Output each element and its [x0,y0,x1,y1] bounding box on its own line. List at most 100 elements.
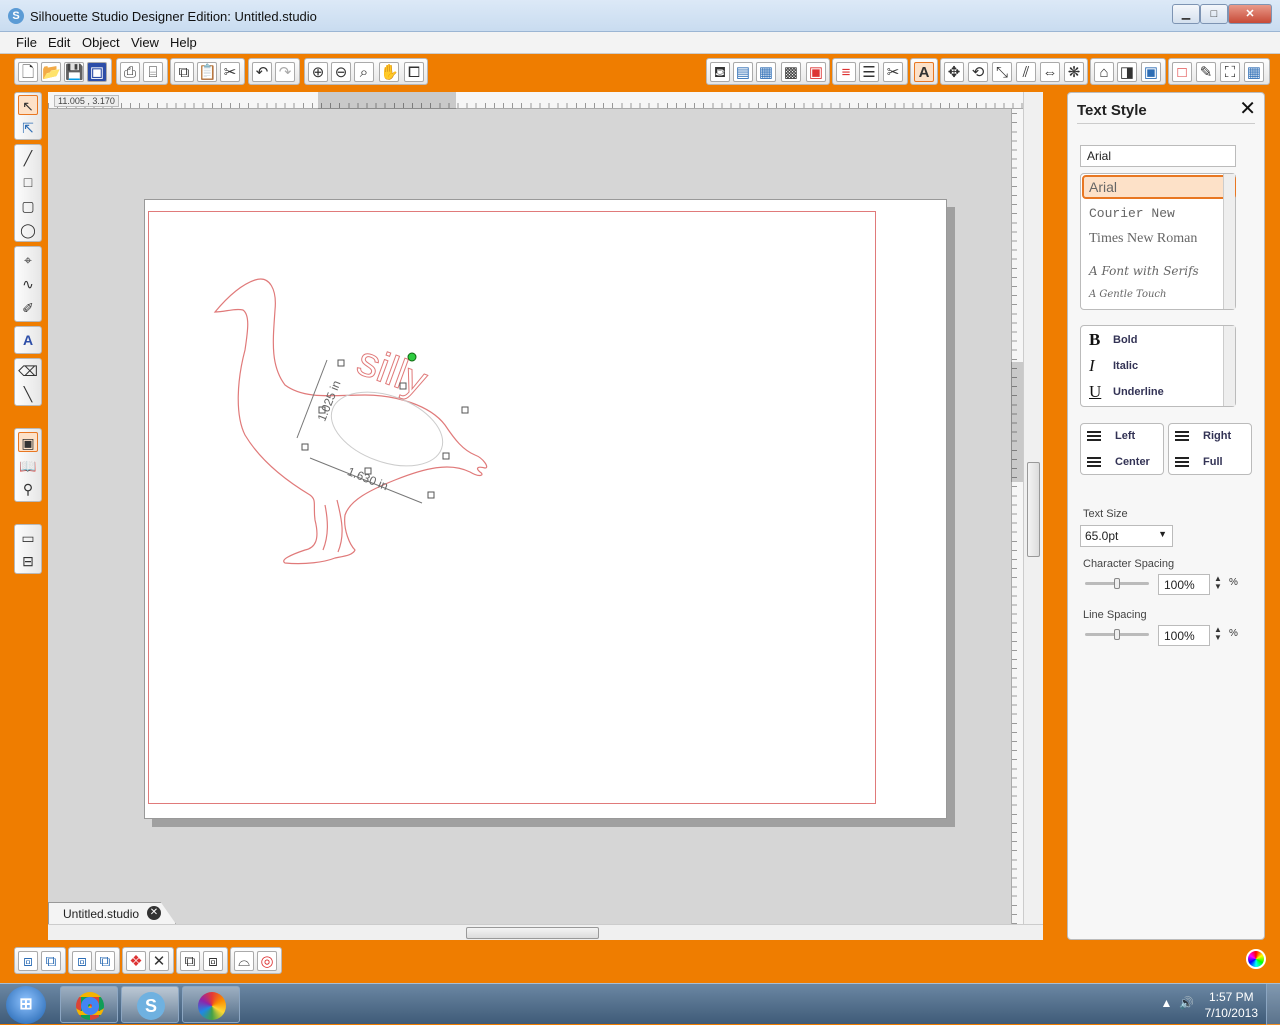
align-right-button[interactable]: Right [1203,430,1231,442]
font-item-gentle[interactable]: A Gentle Touch [1089,289,1166,300]
rotate-handle[interactable] [407,352,417,362]
minimize-button[interactable]: ▁ [1172,4,1200,24]
font-list-scrollbar[interactable] [1223,174,1235,309]
split-horizontal-icon[interactable]: ⊟ [18,551,38,571]
align-right-icon[interactable] [1175,431,1189,443]
store-icon[interactable]: ◨ [1117,62,1137,82]
font-item-courier[interactable]: Courier New [1089,206,1175,221]
redo-icon[interactable]: ↷ [275,62,295,82]
split-view-icon[interactable]: ▭ [18,528,38,548]
menu-edit[interactable]: Edit [48,35,70,50]
undo-icon[interactable]: ↶ [252,62,272,82]
horizontal-scroll-thumb[interactable] [466,927,599,939]
vertical-scrollbar[interactable] [1023,92,1043,924]
page-setup-icon[interactable]: □ [1172,62,1192,82]
style-list-scrollbar[interactable] [1223,326,1235,406]
zoom-out-icon[interactable]: ⊖ [331,62,351,82]
new-doc-icon[interactable]: 🗋 [18,62,38,82]
scale-icon[interactable]: ⤡ [992,62,1012,82]
fullscreen-icon[interactable]: ⛶ [1220,62,1240,82]
line-color-icon[interactable]: ▣ [806,62,826,82]
align-center-icon[interactable] [1087,457,1101,469]
text-size-select[interactable]: 65.0pt ▼ [1080,525,1173,547]
taskbar-picasa[interactable] [182,986,240,1023]
rotate-icon[interactable]: ⟲ [968,62,988,82]
design-view-icon[interactable]: ▣ [18,432,38,452]
vertical-scroll-thumb[interactable] [1027,462,1040,557]
paste-icon[interactable]: 📋 [197,62,217,82]
design-workspace[interactable]: 11.005 , 3.170 Untitled.studio ✕ silly 1… [48,92,1043,940]
copy-icon[interactable]: ⧉ [174,62,194,82]
fill-bucket-icon[interactable]: ⛾ [710,62,730,82]
taskbar-silhouette[interactable]: S [121,986,179,1023]
align-icon[interactable]: ✥ [944,62,964,82]
open-icon[interactable]: 📂 [41,62,61,82]
align-left-icon[interactable] [1087,431,1101,443]
menu-object[interactable]: Object [82,35,120,50]
send-back-icon[interactable]: ⧈ [203,951,223,971]
align-full-button[interactable]: Full [1203,456,1223,468]
pattern-icon[interactable]: ▩ [781,62,801,82]
document-tab[interactable]: Untitled.studio ✕ [48,902,176,924]
goose-shape[interactable] [213,278,488,565]
line-spacing-input[interactable]: 100% [1158,625,1210,646]
fit-page-icon[interactable]: ⧠ [404,62,424,82]
italic-label[interactable]: Italic [1113,360,1138,372]
italic-icon[interactable]: I [1089,356,1095,376]
cut-settings-icon[interactable]: ▣ [1141,62,1161,82]
save-icon[interactable]: 💾 [64,62,84,82]
release-compound-icon[interactable]: ⧉ [95,951,115,971]
font-item-serifs[interactable]: A Font with Serifs [1089,264,1199,278]
library-icon[interactable]: ⌂ [1094,62,1114,82]
duplicate-icon[interactable]: ❖ [126,951,146,971]
char-spacing-spinner-icon[interactable]: ▲ ▼ [1214,575,1222,591]
cut-style-icon[interactable]: ✂ [883,62,903,82]
library-view-icon[interactable]: 📖 [18,456,38,476]
group-icon[interactable]: ⧈ [18,951,38,971]
start-button[interactable]: ⊞ [6,986,46,1024]
zoom-in-icon[interactable]: ⊕ [308,62,328,82]
tray-clock[interactable]: 1:57 PM 7/10/2013 [1205,989,1258,1021]
select-arrow-icon[interactable]: ↖ [18,95,38,115]
align-left-button[interactable]: Left [1115,430,1135,442]
line-spacing-knob[interactable] [1114,629,1120,640]
volume-icon[interactable]: 🔊 [1179,996,1194,1010]
make-compound-icon[interactable]: ⧈ [72,951,92,971]
show-desktop-button[interactable] [1266,984,1280,1025]
line-width-icon[interactable]: ☰ [859,62,879,82]
rectangle-tool-icon[interactable]: □ [18,172,38,192]
send-to-cutter-icon[interactable]: ⌸ [143,62,163,82]
align-center-button[interactable]: Center [1115,456,1150,468]
close-window-button[interactable]: ✕ [1228,4,1272,24]
menu-help[interactable]: Help [170,35,197,50]
cut-icon[interactable]: ✂ [220,62,240,82]
panel-close-icon[interactable]: ✕ [1239,99,1256,119]
font-search-input[interactable]: Arial [1080,145,1236,167]
bold-label[interactable]: Bold [1113,334,1137,346]
page-canvas[interactable]: silly 1.025 in 1.630 in [144,199,947,819]
eraser-icon[interactable]: ⌫ [18,361,38,381]
char-spacing-slider[interactable] [1085,578,1149,589]
print-icon[interactable]: ⎙ [120,62,140,82]
polygon-tool-icon[interactable]: ⌖ [18,250,38,270]
horizontal-scrollbar[interactable] [48,924,1043,940]
save-library-icon[interactable]: ▣ [87,62,107,82]
line-tool-icon[interactable]: ╱ [18,148,38,168]
replicate-icon[interactable]: ❋ [1064,62,1084,82]
line-style-icon[interactable]: ≡ [836,62,856,82]
tray-expand-icon[interactable]: ▲ [1160,996,1172,1010]
maximize-button[interactable]: □ [1200,4,1228,24]
tray-icons[interactable]: ▲ 🔊 [1160,996,1194,1010]
underline-icon[interactable]: U [1089,382,1101,402]
delete-icon[interactable]: ✕ [149,951,169,971]
align-full-icon[interactable] [1175,457,1189,469]
pan-icon[interactable]: ✋ [379,62,399,82]
sketch-icon[interactable]: ✎ [1196,62,1216,82]
zoom-select-icon[interactable]: ⌕ [354,62,374,82]
taskbar-chrome[interactable] [60,986,118,1023]
bold-icon[interactable]: B [1089,330,1100,350]
menu-file[interactable]: File [16,35,37,50]
underline-label[interactable]: Underline [1113,386,1164,398]
edit-points-icon[interactable]: ⇱ [18,118,38,138]
ungroup-icon[interactable]: ⧉ [41,951,61,971]
